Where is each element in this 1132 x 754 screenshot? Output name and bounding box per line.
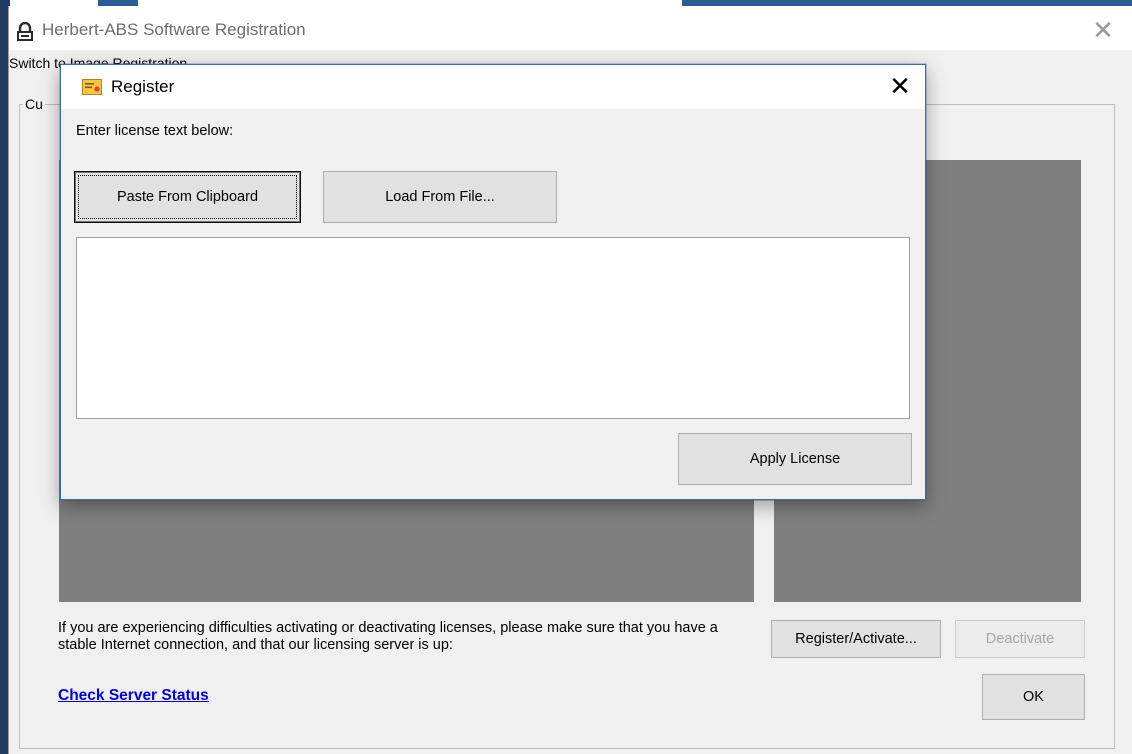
window-title: Herbert-ABS Software Registration [42, 20, 306, 39]
dialog-titlebar: Register ✕ [61, 65, 925, 109]
apply-license-button[interactable]: Apply License [678, 433, 912, 485]
ok-button[interactable]: OK [982, 674, 1085, 720]
window-close-button[interactable]: ✕ [1091, 17, 1115, 43]
dialog-close-button[interactable]: ✕ [887, 73, 913, 99]
register-dialog: Register ✕ Enter license text below: Pas… [60, 64, 926, 500]
dialog-title: Register [111, 77, 175, 96]
lock-icon [17, 22, 33, 41]
connectivity-note: If you are experiencing difficulties act… [58, 620, 718, 653]
window-titlebar: Herbert-ABS Software Registration ✕ [9, 6, 1132, 50]
register-activate-button[interactable]: Register/Activate... [771, 620, 941, 658]
certificate-icon [82, 79, 102, 95]
paste-from-clipboard-button[interactable]: Paste From Clipboard [74, 171, 301, 223]
paste-button-label: Paste From Clipboard [116, 189, 259, 205]
load-from-file-button[interactable]: Load From File... [323, 171, 557, 223]
group-box-label: Cu [23, 96, 45, 112]
license-text-input[interactable] [76, 237, 910, 419]
deactivate-button[interactable]: Deactivate [955, 620, 1085, 658]
check-server-status-link[interactable]: Check Server Status [58, 687, 209, 705]
license-prompt: Enter license text below: [76, 123, 234, 139]
